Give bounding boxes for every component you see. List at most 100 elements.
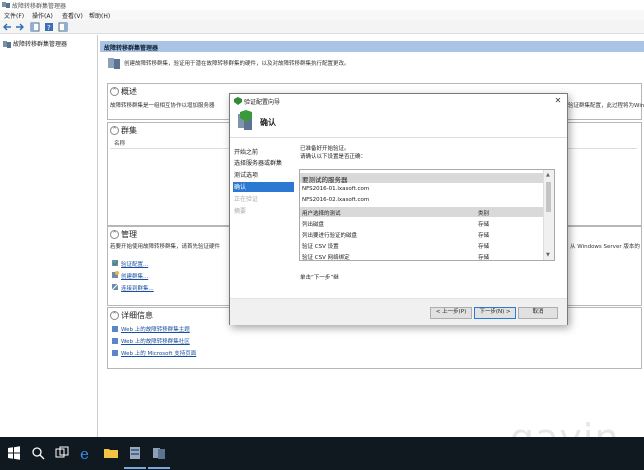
wizard-shield-icon bbox=[238, 110, 252, 130]
tests-col-category: 类别 bbox=[478, 211, 490, 217]
server-name: NFS2016-02.lxasoft.com bbox=[302, 197, 370, 203]
cluster-icon bbox=[2, 2, 10, 8]
content-header-title: 故障转移群集管理器 bbox=[104, 45, 159, 52]
step-validating: 正在验证 bbox=[234, 196, 259, 203]
cluster-icon bbox=[108, 58, 120, 69]
next-button[interactable]: 下一步(N) > bbox=[474, 307, 516, 319]
collapse-icon[interactable]: ^ bbox=[110, 311, 119, 320]
connect-cluster-link[interactable]: 连接到群集... bbox=[121, 284, 154, 292]
dialog-header: 确认 bbox=[230, 108, 567, 138]
web-link-icon bbox=[112, 350, 118, 356]
svg-text:e: e bbox=[80, 445, 89, 461]
details-title: 详细信息 bbox=[121, 311, 153, 320]
scroll-up-icon[interactable]: ▲ bbox=[546, 172, 550, 178]
management-title: 管理 bbox=[121, 230, 137, 239]
back-arrow-icon[interactable] bbox=[3, 22, 13, 32]
step-confirmation[interactable]: 确认 bbox=[233, 182, 294, 192]
tree-root-node[interactable]: 故障转移群集管理器 bbox=[3, 39, 67, 48]
collapse-icon[interactable]: ^ bbox=[110, 126, 119, 135]
test-row: 列出磁盘 存储 bbox=[300, 218, 544, 228]
intro-text: 创建故障转移群集，验证用于潜在故障转移群集的硬件，以及对故障转移群集执行配置更改… bbox=[124, 61, 350, 67]
toolbar: ? bbox=[0, 20, 644, 34]
edge-icon[interactable]: e bbox=[79, 445, 95, 461]
validate-icon bbox=[112, 260, 119, 266]
test-category: 存储 bbox=[478, 233, 490, 239]
help-icon[interactable]: ? bbox=[44, 22, 54, 32]
confirmation-list[interactable]: 要测试的服务器 NFS2016-01.lxasoft.com NFS2016-0… bbox=[299, 169, 555, 261]
dialog-title: 验证配置向导 bbox=[244, 99, 281, 106]
test-name: 列出要进行验证的磁盘 bbox=[302, 233, 358, 239]
navigation-tree: 故障转移群集管理器 bbox=[0, 35, 98, 437]
scroll-thumb[interactable] bbox=[546, 182, 551, 212]
servers-header: 要测试的服务器 bbox=[302, 176, 348, 184]
window-titlebar: 故障转移群集管理器 bbox=[0, 0, 644, 10]
menu-bar: 文件(F) 操作(A) 查看(V) 帮助(H) bbox=[0, 10, 644, 20]
test-category: 存储 bbox=[478, 222, 490, 228]
collapse-icon[interactable]: ^ bbox=[110, 230, 119, 239]
ready-text: 已准备好开始验证。 bbox=[300, 146, 350, 152]
clusters-title: 群集 bbox=[121, 126, 137, 135]
web-topic-link[interactable]: Web 上的故障转移群集主题 bbox=[121, 325, 190, 333]
column-name[interactable]: 名称 bbox=[114, 139, 125, 147]
taskbar: e bbox=[0, 437, 644, 470]
servers-header-row: 要测试的服务器 bbox=[300, 173, 544, 184]
test-row: 验证 CSV 设置 存储 bbox=[300, 240, 544, 250]
web-support-link[interactable]: Web 上的 Microsoft 支持页面 bbox=[121, 349, 196, 357]
dialog-heading: 确认 bbox=[260, 118, 276, 127]
close-icon[interactable]: ✕ bbox=[553, 96, 563, 106]
previous-button[interactable]: < 上一步(P) bbox=[430, 307, 472, 319]
test-category: 存储 bbox=[478, 255, 490, 261]
dialog-footer: < 上一步(P) 下一步(N) > 取消 bbox=[230, 298, 567, 325]
menu-help[interactable]: 帮助(H) bbox=[89, 11, 110, 20]
vertical-scrollbar[interactable]: ▲ ▼ bbox=[543, 170, 554, 260]
search-icon[interactable] bbox=[30, 445, 46, 461]
menu-file[interactable]: 文件(F) bbox=[4, 11, 24, 20]
dialog-titlebar[interactable]: 验证配置向导 ✕ bbox=[230, 94, 567, 108]
forward-arrow-icon[interactable] bbox=[14, 22, 24, 32]
connect-cluster-icon bbox=[111, 283, 119, 291]
windows-start-icon[interactable] bbox=[6, 445, 22, 461]
cluster-manager-icon[interactable] bbox=[151, 445, 167, 461]
confirm-settings-text: 请确认以下设置是否正确： bbox=[300, 154, 367, 160]
test-category: 存储 bbox=[478, 244, 490, 250]
tests-header-row: 用户选择的测试 类别 bbox=[300, 207, 544, 217]
test-name: 列出磁盘 bbox=[302, 222, 325, 228]
server-manager-icon[interactable] bbox=[127, 445, 143, 461]
menu-action[interactable]: 操作(A) bbox=[32, 11, 53, 20]
web-link-icon bbox=[112, 326, 118, 332]
collapse-icon[interactable]: ^ bbox=[110, 87, 119, 96]
validate-config-wizard: 验证配置向导 ✕ 确认 开始之前 选择服务器或群集 测试选项 确认 正在验证 摘… bbox=[229, 93, 568, 325]
overview-title: 概述 bbox=[121, 87, 137, 96]
scroll-down-icon[interactable]: ▼ bbox=[546, 252, 550, 258]
svg-text:?: ? bbox=[47, 24, 51, 32]
action-pane-icon[interactable] bbox=[58, 22, 68, 32]
server-row: NFS2016-01.lxasoft.com bbox=[300, 184, 544, 194]
management-text-right: 从 Windows Server 版本的 bbox=[570, 244, 640, 250]
content-header: 故障转移群集管理器 bbox=[100, 41, 644, 52]
wizard-shield-icon bbox=[234, 97, 242, 105]
next-hint-text: 单击“下一步”继 bbox=[300, 275, 339, 281]
overview-text-right: 验证群集配置，此过程将为Win bbox=[568, 103, 644, 109]
step-select-servers[interactable]: 选择服务器或群集 bbox=[233, 158, 294, 168]
overview-text: 故障转移群集是一组相互协作以增加服务器 bbox=[110, 103, 215, 109]
task-view-icon[interactable] bbox=[54, 445, 70, 461]
step-testing-options[interactable]: 测试选项 bbox=[233, 170, 294, 180]
step-before-you-begin[interactable]: 开始之前 bbox=[233, 147, 294, 157]
create-cluster-link[interactable]: 创建群集... bbox=[121, 272, 148, 280]
server-row: NFS2016-02.lxasoft.com bbox=[300, 195, 544, 205]
test-row: 列出要进行验证的磁盘 存储 bbox=[300, 229, 544, 239]
test-name: 验证 CSV 设置 bbox=[302, 244, 339, 250]
cancel-button[interactable]: 取消 bbox=[518, 307, 558, 319]
create-cluster-icon bbox=[112, 271, 119, 278]
server-name: NFS2016-01.lxasoft.com bbox=[302, 186, 370, 192]
running-indicator bbox=[124, 467, 146, 469]
menu-view[interactable]: 查看(V) bbox=[62, 11, 83, 20]
web-community-link[interactable]: Web 上的故障转移群集社区 bbox=[121, 337, 190, 345]
step-summary: 摘要 bbox=[234, 208, 247, 215]
validate-config-link[interactable]: 验证配置... bbox=[121, 260, 148, 268]
file-explorer-icon[interactable] bbox=[103, 445, 119, 461]
show-hide-tree-icon[interactable] bbox=[30, 22, 40, 32]
cluster-icon bbox=[3, 41, 11, 48]
test-name: 验证 CSV 网络绑定 bbox=[302, 255, 350, 261]
test-row: 验证 CSV 网络绑定 存储 bbox=[300, 251, 544, 261]
